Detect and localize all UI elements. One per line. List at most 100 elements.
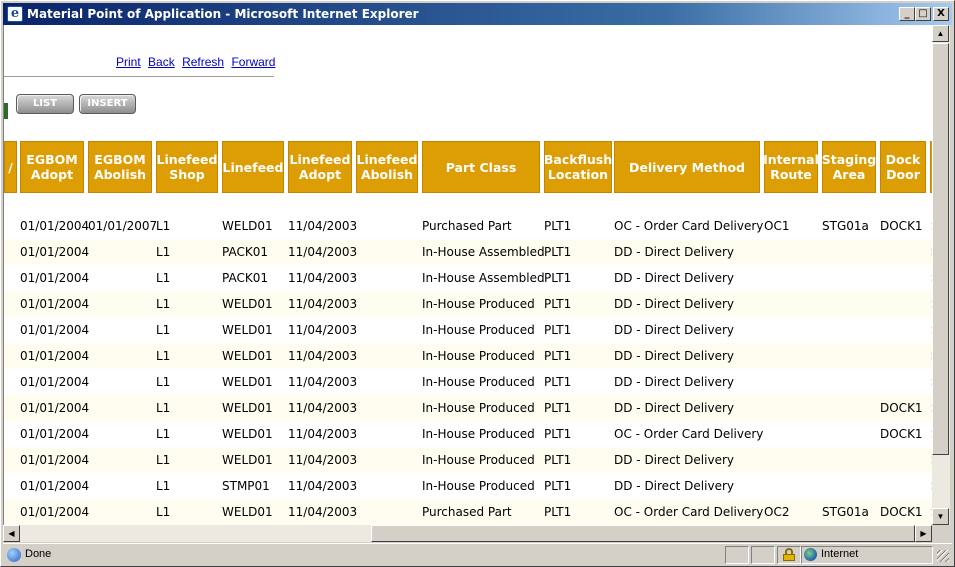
- cell-linefeed-adopt: 11/04/2003: [288, 219, 358, 233]
- vertical-scrollbar[interactable]: ▲ ▼: [932, 25, 950, 525]
- cell-linefeed-shop: L1: [156, 505, 171, 519]
- header-egbom-adopt: EGBOM Adopt: [20, 141, 84, 193]
- cell-delivery-method: DD - Direct Delivery: [614, 349, 734, 363]
- table-row[interactable]: 01/01/2004 L1 WELD01 11/04/2003 In-House Pro…: [4, 343, 932, 369]
- cell-dock-door: DOCK1: [880, 505, 923, 519]
- window-title: Material Point of Application - Microsof…: [27, 7, 419, 21]
- scrollbar-corner: [932, 525, 950, 542]
- cell-linefeed: WELD01: [222, 453, 273, 467]
- cell-linefeed-adopt: 11/04/2003: [288, 401, 358, 415]
- cell-linefeed-adopt: 11/04/2003: [288, 271, 358, 285]
- cell-linefeed: WELD01: [222, 375, 273, 389]
- cell-part-class: In-House Produced: [422, 375, 535, 389]
- horizontal-scroll-thumb[interactable]: [371, 525, 915, 542]
- cell-staging-area: STG01a: [822, 219, 869, 233]
- header-linefeed: Linefeed: [222, 141, 284, 193]
- cell-part-class: In-House Assembled: [422, 271, 545, 285]
- cell-staging-area: STG01a: [822, 505, 869, 519]
- page-content: Print Back Refresh Forward LIST INSERT /…: [3, 25, 932, 525]
- vertical-scroll-thumb[interactable]: [932, 43, 949, 455]
- minimize-button[interactable]: _: [899, 7, 915, 21]
- cell-part-class: In-House Produced: [422, 349, 535, 363]
- cell-egbom-adopt: 01/01/2004: [20, 479, 90, 493]
- cell-delivery-method: DD - Direct Delivery: [614, 245, 734, 259]
- insert-button[interactable]: INSERT: [79, 94, 136, 114]
- table-row[interactable]: 01/01/2004 L1 WELD01 11/04/2003 In-House Pro…: [4, 421, 932, 447]
- table-row[interactable]: 01/01/2004 L1 WELD01 11/04/2003 In-House Pro…: [4, 369, 932, 395]
- cell-dock-door: DOCK1: [880, 427, 923, 441]
- cell-linefeed-shop: L1: [156, 479, 171, 493]
- table-row[interactable]: 01/01/2004 L1 WELD01 11/04/2003 In-House Pro…: [4, 395, 932, 421]
- cell-linefeed-shop: L1: [156, 245, 171, 259]
- forward-link[interactable]: Forward: [231, 55, 275, 69]
- table-row[interactable]: 01/01/2004 L1 PACK01 11/04/2003 In-House Ass…: [4, 265, 932, 291]
- cell-delivery-method: DD - Direct Delivery: [614, 375, 734, 389]
- header-col-hidden: /: [4, 141, 17, 193]
- cell-linefeed: WELD01: [222, 297, 273, 311]
- cell-egbom-adopt: 01/01/2004: [20, 219, 90, 233]
- header-egbom-abolish: EGBOM Abolish: [88, 141, 152, 193]
- cell-linefeed: WELD01: [222, 219, 273, 233]
- cell-backflush-location: PLT1: [544, 427, 572, 441]
- cell-backflush-location: PLT1: [544, 479, 572, 493]
- scroll-left-icon[interactable]: ◀: [3, 525, 20, 542]
- divider: [4, 76, 274, 77]
- table-row[interactable]: 01/01/2004 L1 WELD01 11/04/2003 In-House Pro…: [4, 447, 932, 473]
- cell-delivery-method: DD - Direct Delivery: [614, 401, 734, 415]
- cell-egbom-adopt: 01/01/2004: [20, 453, 90, 467]
- cell-egbom-adopt: 01/01/2004: [20, 323, 90, 337]
- header-part-class: Part Class: [422, 141, 540, 193]
- cell-egbom-abolish: 01/01/2007: [88, 219, 158, 233]
- table-row[interactable]: 01/01/2004 L1 WELD01 11/04/2003 Purchased Pa…: [4, 499, 932, 525]
- cell-linefeed: PACK01: [222, 271, 268, 285]
- cell-backflush-location: PLT1: [544, 375, 572, 389]
- table-row[interactable]: 01/01/2004 L1 WELD01 11/04/2003 In-House Pro…: [4, 317, 932, 343]
- header-delivery-method: Delivery Method: [614, 141, 760, 193]
- ie-page-icon: e: [7, 6, 23, 22]
- resize-grip-icon[interactable]: [937, 550, 949, 562]
- refresh-link[interactable]: Refresh: [182, 55, 224, 69]
- scroll-right-icon[interactable]: ▶: [915, 525, 932, 542]
- cell-linefeed-adopt: 11/04/2003: [288, 505, 358, 519]
- status-text: Done: [25, 548, 52, 560]
- cell-linefeed: WELD01: [222, 349, 273, 363]
- table-row[interactable]: 01/01/2004 L1 WELD01 11/04/2003 In-House Pro…: [4, 291, 932, 317]
- scroll-down-icon[interactable]: ▼: [932, 508, 949, 525]
- cell-egbom-adopt: 01/01/2004: [20, 375, 90, 389]
- list-button[interactable]: LIST: [16, 94, 74, 114]
- cell-linefeed-adopt: 11/04/2003: [288, 375, 358, 389]
- cell-backflush-location: PLT1: [544, 349, 572, 363]
- print-link[interactable]: Print: [116, 55, 141, 69]
- horizontal-scrollbar[interactable]: ◀ ▶: [3, 525, 932, 542]
- cell-delivery-method: DD - Direct Delivery: [614, 323, 734, 337]
- cell-linefeed: PACK01: [222, 245, 268, 259]
- cell-egbom-adopt: 01/01/2004: [20, 505, 90, 519]
- cell-delivery-method: OC - Order Card Delivery: [614, 219, 764, 233]
- table-row[interactable]: 01/01/2004 01/01/2007 L1 WELD01 11/04/2003 Pu…: [4, 213, 932, 239]
- back-link[interactable]: Back: [148, 55, 175, 69]
- status-panel: [725, 546, 749, 564]
- cell-dock-door: DOCK1: [880, 219, 923, 233]
- scroll-up-icon[interactable]: ▲: [932, 25, 949, 42]
- header-linefeed-adopt: Linefeed Adopt: [288, 141, 352, 193]
- cell-egbom-adopt: 01/01/2004: [20, 401, 90, 415]
- cell-part-class: In-House Produced: [422, 427, 535, 441]
- maximize-button[interactable]: □: [915, 7, 931, 21]
- cell-egbom-adopt: 01/01/2004: [20, 427, 90, 441]
- cell-linefeed-shop: L1: [156, 271, 171, 285]
- cut-off-control[interactable]: [4, 103, 8, 119]
- internet-zone-icon: [804, 548, 817, 561]
- header-linefeed-shop: Linefeed Shop: [156, 141, 218, 193]
- cell-part-class: In-House Produced: [422, 297, 535, 311]
- browser-window: e Material Point of Application - Micros…: [0, 0, 955, 567]
- title-bar[interactable]: e Material Point of Application - Micros…: [3, 3, 952, 25]
- table-row[interactable]: 01/01/2004 L1 STMP01 11/04/2003 In-House Pro…: [4, 473, 932, 499]
- header-internal-route: Internal Route: [763, 141, 819, 193]
- cell-linefeed-adopt: 11/04/2003: [288, 427, 358, 441]
- cell-egbom-adopt: 01/01/2004: [20, 245, 90, 259]
- cell-delivery-method: OC - Order Card Delivery: [614, 505, 764, 519]
- table-row[interactable]: 01/01/2004 L1 PACK01 11/04/2003 In-House Ass…: [4, 239, 932, 265]
- cell-backflush-location: PLT1: [544, 245, 572, 259]
- cell-egbom-adopt: 01/01/2004: [20, 271, 90, 285]
- close-button[interactable]: X: [933, 7, 949, 21]
